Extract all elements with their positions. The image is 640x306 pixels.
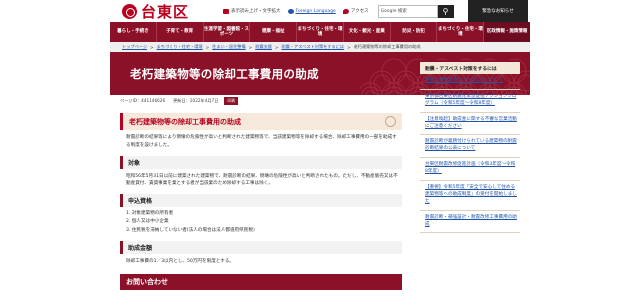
speaker-icon <box>223 8 230 14</box>
access-link[interactable]: アクセス <box>342 8 369 14</box>
breadcrumb-housing[interactable]: 住まい・居住整備 <box>212 44 246 50</box>
crest-decoration-icon <box>385 116 396 127</box>
sidebar: 耐震・アスベスト対策をするには 耐震診断事業者リストの公表について 東京都台東区… <box>420 60 520 306</box>
gnav-item-living[interactable]: 暮らし・手続き <box>110 22 157 42</box>
sidebar-link[interactable]: 【重要】令和5年度「安全で安心して住める建築物等への助成制度」の受付を開始しまし… <box>420 181 520 211</box>
breadcrumb-separator: > <box>274 44 279 50</box>
breadcrumb-town[interactable]: まちづくり・住宅・環境 <box>157 44 203 50</box>
breadcrumb-separator: > <box>248 44 253 50</box>
gnav-item-culture[interactable]: 文化・観光・産業 <box>344 22 391 42</box>
search-icon: ⚲ <box>442 6 449 16</box>
emergency-label: 緊急なお知らせ <box>482 9 514 14</box>
breadcrumb-asbestos[interactable]: 耐震・アスベスト対策をするには <box>281 44 344 50</box>
list-item: 2. 個人又は中小企業 <box>126 219 169 225</box>
section-heading-target: 対象 <box>120 155 402 169</box>
contact-heading: お問い合わせ <box>120 273 402 290</box>
utility-nav: 表示読み上げ・文字拡大 Foreign Language アクセス Google… <box>223 4 454 18</box>
global-nav: 暮らし・手続き 子育て・教育 生涯学習・図書館・スポーツ 健康・福祉 まちづくり… <box>110 22 531 42</box>
sidebar-link[interactable]: 耐震診断・補強設計・耐震改修工事費用の助成 <box>420 211 520 234</box>
section-heading-text: 申込資格 <box>128 198 153 206</box>
list-item: 1. 対象建築物の所有者 <box>126 211 174 217</box>
breadcrumb-top[interactable]: トップページ <box>122 44 147 50</box>
print-button[interactable]: 印刷 <box>224 97 239 105</box>
section-heading-text: 助成金額 <box>128 244 153 252</box>
section-target-body: 昭和56年5月31日以前に建築された建築物で、耐震診断の結果、倒壊の危険性が高い… <box>126 173 398 187</box>
print-label: 印刷 <box>227 98 236 103</box>
sidebar-heading: 耐震・アスベスト対策をするには <box>420 60 520 74</box>
gnav-item-town-2[interactable]: まちづくり・住宅・環境 <box>437 22 485 42</box>
site-logo[interactable]: 台東区 <box>122 1 189 22</box>
updated-date: 更新日：2022年4月7日 <box>173 98 219 103</box>
logo-text: 台東区 <box>141 2 190 21</box>
gnav-item-learning[interactable]: 生涯学習・図書館・スポーツ <box>204 22 251 42</box>
breadcrumb-current: 老朽建築物等の除却工事費用の助成 <box>353 44 421 49</box>
section-heading-amount: 助成金額 <box>120 240 402 254</box>
search-placeholder: Google 検索 <box>380 9 407 14</box>
breadcrumb: トップページ > まちづくり・住宅・環境 > 住まい・居住整備 > 耐震支援 >… <box>110 42 530 52</box>
emergency-notice-button[interactable]: 緊急なお知らせ <box>468 0 528 22</box>
access-label: アクセス <box>350 9 369 14</box>
sidebar-link[interactable]: 耐震診断事業者リストの公表について <box>420 74 520 90</box>
intro-paragraph: 耐震診断の結果等により倒壊の危険性が高いと判断された建築物等で、当該建築物等を除… <box>126 135 397 148</box>
section-heading-text: 対象 <box>128 159 141 167</box>
eligibility-list: 1. 対象建築物の所有者 2. 個人又は中小企業 3. 住民税を滞納していない者… <box>120 210 402 235</box>
content-heading-text: 老朽建築物等の除却工事費用の助成 <box>129 117 241 126</box>
gnav-item-government[interactable]: 区政情報・施策情報 <box>484 22 531 42</box>
sidebar-heading-text: 耐震・アスベスト対策をするには <box>425 66 497 72</box>
globe-icon <box>287 8 294 14</box>
search-input[interactable]: Google 検索 <box>377 4 438 18</box>
gnav-item-town[interactable]: まちづくり・住宅・環境 <box>297 22 344 42</box>
read-aloud-link[interactable]: 表示読み上げ・文字拡大 <box>223 8 281 14</box>
page-id: ページID：441146626 <box>120 98 166 103</box>
breadcrumb-separator: > <box>150 44 154 50</box>
section-heading-eligibility: 申込資格 <box>120 194 402 208</box>
content-heading: 老朽建築物等の除却工事費用の助成 <box>120 113 402 130</box>
ward-emblem-icon <box>122 3 137 19</box>
foreign-language-link[interactable]: Foreign Language <box>287 8 336 14</box>
breadcrumb-seismic[interactable]: 耐震支援 <box>255 44 272 50</box>
contact-heading-text: お問い合わせ <box>126 277 168 286</box>
sidebar-link[interactable]: 耐震診断が義務付けられている建築物の耐震診断結果の公表について <box>420 135 520 159</box>
breadcrumb-separator: > <box>205 44 210 50</box>
gnav-item-safety[interactable]: 防災・防犯 <box>391 22 438 42</box>
right-margin <box>530 0 640 306</box>
page-meta: ページID：441146626 更新日：2022年4月7日 印刷 <box>120 96 402 106</box>
search-button[interactable]: ⚲ <box>437 4 454 18</box>
gnav-item-health[interactable]: 健康・福祉 <box>250 22 298 42</box>
left-margin <box>0 0 110 306</box>
read-aloud-label: 表示読み上げ・文字拡大 <box>231 9 281 14</box>
sidebar-link[interactable]: 【注意喚起】助成金に関する不審な営業活動にご注意ください <box>420 113 520 136</box>
sidebar-link[interactable]: 東京都台東区耐震化緊急促進アクションプログラム（令和5年度～令和8年度） <box>420 90 520 113</box>
list-item: 3. 住民税を滞納していない者(法人の場合は法人都道府県民税) <box>126 227 255 233</box>
pin-icon <box>342 8 349 14</box>
gnav-item-childcare[interactable]: 子育て・教育 <box>157 22 204 42</box>
section-amount-body: 除却工事費の1／3以内とし、50万円を限度とする。 <box>126 258 235 264</box>
main-content: ページID：441146626 更新日：2022年4月7日 印刷 老朽建築物等の… <box>120 95 402 306</box>
breadcrumb-separator: > <box>347 44 351 50</box>
site-header: 台東区 表示読み上げ・文字拡大 Foreign Language アクセス Go… <box>110 0 530 22</box>
foreign-language-label: Foreign Language <box>295 8 336 14</box>
page-title: 老朽建築物等の除却工事費用の助成 <box>130 67 319 81</box>
sidebar-link[interactable]: 台東区耐震改修促進計画（令和3年度～令和8年度） <box>420 158 520 182</box>
